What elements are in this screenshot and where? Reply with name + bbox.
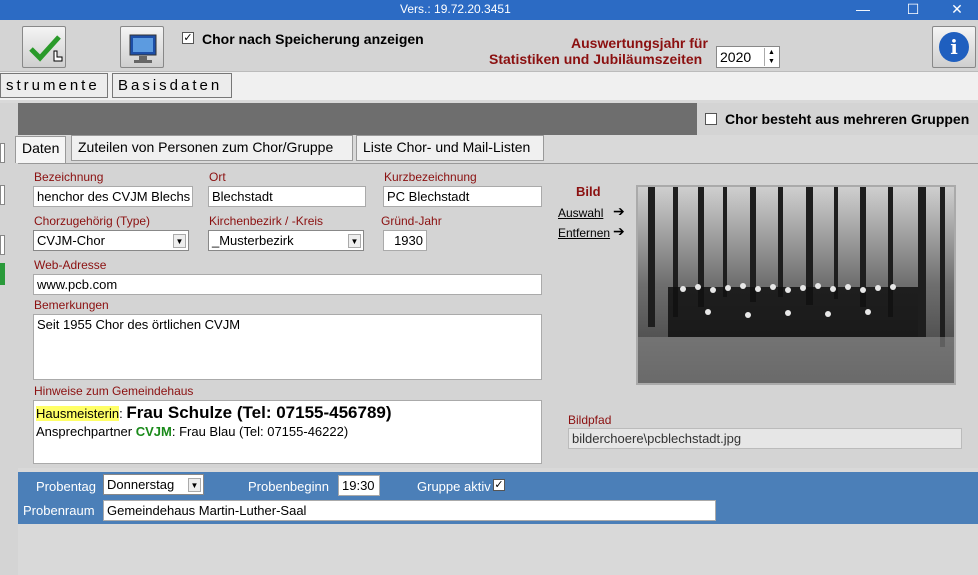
kurzbezeichnung-label: Kurzbezeichnung (384, 170, 477, 184)
gruend-jahr-label: Gründ-Jahr (381, 214, 442, 228)
tab-basisdaten[interactable]: Basisdaten (112, 73, 232, 98)
arrow-right-icon: ➔ (613, 223, 625, 239)
left-panel-strip (0, 103, 18, 575)
multiple-groups-label: Chor besteht aus mehreren Gruppen (725, 111, 970, 127)
monitor-icon (129, 34, 157, 63)
tab-instrumente[interactable]: strumente (0, 73, 108, 98)
gruend-jahr-field[interactable]: 1930 (383, 230, 427, 251)
title-bar: Vers.: 19.72.20.3451 — ☐ ✕ (0, 0, 978, 20)
eval-year-value: 2020 (720, 49, 752, 65)
choir-photo-graphic (638, 187, 954, 383)
left-field-1[interactable] (0, 143, 5, 163)
bezeichnung-label: Bezeichnung (34, 170, 104, 184)
hinweise-field[interactable]: Hausmeisterin: Frau Schulze (Tel: 07155-… (33, 400, 542, 464)
ort-label: Ort (209, 170, 226, 184)
chevron-down-icon[interactable]: ▼ (173, 234, 186, 248)
info-button[interactable]: i (932, 26, 976, 68)
left-field-3[interactable] (0, 235, 5, 255)
choir-photo (636, 185, 956, 385)
show-after-save-label: Chor nach Speicherung anzeigen (202, 31, 424, 47)
probenraum-label: Probenraum (23, 503, 95, 518)
auswahl-link[interactable]: Auswahl (558, 206, 603, 220)
entfernen-link[interactable]: Entfernen (558, 226, 610, 240)
eval-year-label-1: Auswertungsjahr für (571, 35, 708, 51)
spinner-arrows-icon[interactable]: ▲ ▼ (764, 48, 778, 66)
web-label: Web-Adresse (34, 258, 107, 272)
chorzugehoerig-select[interactable]: CVJM-Chor ▼ (33, 230, 189, 251)
probentag-label: Probentag (36, 479, 96, 494)
chorzugehoerig-value: CVJM-Chor (37, 233, 105, 248)
window-title: Vers.: 19.72.20.3451 (400, 2, 511, 16)
ort-field[interactable]: Blechstadt (208, 186, 366, 207)
show-after-save-checkbox[interactable]: ✓ (182, 32, 194, 44)
bildpfad-field: bilderchoere\pcblechstadt.jpg (568, 428, 962, 449)
toolbar: ✓ Chor nach Speicherung anzeigen Auswert… (0, 20, 978, 72)
left-green-indicator (0, 263, 5, 285)
chevron-down-icon[interactable]: ▼ (348, 234, 361, 248)
eval-year-spinner[interactable]: 2020 ▲ ▼ (716, 46, 780, 68)
probentag-value: Donnerstag (107, 477, 175, 492)
gruppe-aktiv-label: Gruppe aktiv (417, 479, 491, 494)
chevron-down-icon[interactable]: ▼ (188, 478, 201, 492)
kirchenbezirk-select[interactable]: _Musterbezirk ▼ (208, 230, 364, 251)
tab-daten[interactable]: Daten (15, 136, 67, 163)
tab-listen[interactable]: Liste Chor- und Mail-Listen (356, 135, 544, 161)
ansprechpartner-rest: : Frau Blau (Tel: 07155-46222) (171, 424, 349, 439)
gruppe-aktiv-checkbox[interactable]: ✓ (493, 479, 505, 491)
checkmark-icon (29, 35, 63, 62)
bild-title: Bild (576, 184, 601, 199)
cvjm-label: CVJM (135, 424, 172, 439)
bemerkungen-label: Bemerkungen (34, 298, 109, 312)
arrow-right-icon: ➔ (613, 203, 625, 219)
hausmeisterin-contact: Frau Schulze (Tel: 07155-456789) (126, 403, 392, 422)
kurzbezeichnung-field[interactable]: PC Blechstadt (383, 186, 542, 207)
web-field[interactable]: www.pcb.com (33, 274, 542, 295)
info-icon: i (939, 32, 969, 62)
maximize-icon[interactable]: ☐ (890, 0, 936, 20)
kirchenbezirk-value: _Musterbezirk (212, 233, 294, 248)
close-icon[interactable]: ✕ (934, 0, 978, 20)
bemerkungen-field[interactable]: Seit 1955 Chor des örtlichen CVJM (33, 314, 542, 380)
display-button[interactable] (120, 26, 164, 68)
kirchenbezirk-label: Kirchenbezirk / -Kreis (209, 214, 324, 228)
probentag-select[interactable]: Donnerstag ▼ (103, 474, 204, 495)
eval-year-label-2: Statistiken und Jubiläumszeiten (489, 51, 703, 67)
ansprechpartner-prefix: Ansprechpartner (36, 424, 136, 439)
save-button[interactable] (22, 26, 66, 68)
probenraum-field[interactable]: Gemeindehaus Martin-Luther-Saal (103, 500, 716, 521)
tab-zuteilen[interactable]: Zuteilen von Personen zum Chor/Gruppe (71, 135, 353, 161)
chorzugehoerig-label: Chorzugehörig (Type) (34, 214, 151, 228)
probenbeginn-label: Probenbeginn (248, 479, 329, 494)
multiple-groups-checkbox[interactable] (705, 113, 717, 125)
hinweise-label: Hinweise zum Gemeindehaus (34, 384, 194, 398)
left-field-2[interactable] (0, 185, 5, 205)
bildpfad-label: Bildpfad (568, 413, 612, 427)
probenbeginn-field[interactable]: 19:30 (338, 475, 380, 496)
multiple-groups-box: Chor besteht aus mehreren Gruppen (697, 103, 978, 135)
hausmeisterin-highlight: Hausmeisterin (36, 406, 120, 421)
minimize-icon[interactable]: — (840, 0, 886, 20)
bezeichnung-field[interactable]: henchor des CVJM Blechs (33, 186, 193, 207)
